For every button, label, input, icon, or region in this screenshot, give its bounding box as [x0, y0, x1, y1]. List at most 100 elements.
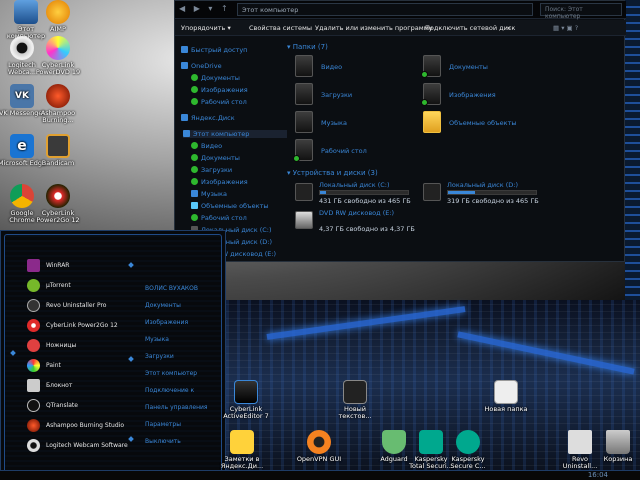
place-downloads[interactable]: Загрузки: [145, 353, 174, 360]
check-icon: [191, 74, 198, 81]
program-notepad[interactable]: Блокнот: [27, 379, 137, 395]
desktop-icon-new-folder[interactable]: Новая папка: [482, 380, 530, 413]
webcam-icon: [27, 439, 40, 452]
program-power2go[interactable]: CyberLink Power2Go 12: [27, 319, 137, 335]
folder-videos[interactable]: Видео: [295, 55, 415, 81]
drive-d[interactable]: Локальный диск (D:) 319 ГБ свободно из 4…: [423, 181, 573, 211]
revo-icon: [568, 430, 592, 454]
desktop-icon-openvpn[interactable]: OpenVPN GUI: [295, 430, 343, 463]
place-settings[interactable]: Параметры: [145, 421, 181, 428]
program-logitech-webcam[interactable]: Logitech Webcam Software: [27, 439, 137, 455]
drive-c-usage-bar: [319, 190, 409, 195]
program-qtranslate[interactable]: QTranslate: [27, 399, 137, 415]
view-options-icon[interactable]: ▦ ▾ ▣ ?: [553, 24, 578, 32]
nav-downloads[interactable]: Загрузки: [191, 166, 232, 174]
webcam-icon: [10, 36, 34, 60]
program-paint[interactable]: Paint: [27, 359, 137, 375]
place-music[interactable]: Музыка: [145, 336, 169, 343]
place-connect-to[interactable]: Подключение к: [145, 387, 194, 394]
system-properties-button[interactable]: Свойства системы: [249, 24, 312, 32]
textfile-icon: [343, 380, 367, 404]
nav-this-pc[interactable]: Этот компьютер: [183, 130, 287, 138]
drive-e[interactable]: DVD RW дисковод (E:) 4,37 ГБ свободно из…: [295, 209, 445, 239]
program-winrar[interactable]: WinRAR: [27, 259, 137, 275]
hard-drive-icon: [423, 183, 441, 201]
desktop-icon-yandex-notes[interactable]: Заметки в Яндекс.Ди...: [218, 430, 266, 470]
activeeditor-icon: [234, 380, 258, 404]
wallpaper-edge: [625, 0, 640, 300]
openvpn-icon: [307, 430, 331, 454]
folder-3d-objects-icon: [423, 111, 441, 133]
shutdown-button[interactable]: Выключить: [145, 438, 181, 445]
program-snipping-tool[interactable]: Ножницы: [27, 339, 137, 355]
folder-desktop[interactable]: Рабочий стол: [293, 139, 415, 165]
program-ashampoo[interactable]: Ashampoo Burning Studio: [27, 419, 137, 435]
powerdvd-icon: [46, 36, 70, 60]
nav-desktop[interactable]: Рабочий стол: [191, 214, 247, 222]
organize-button[interactable]: Упорядочить ▾: [181, 24, 231, 32]
ashampoo-icon: [27, 419, 40, 432]
folder-music[interactable]: Музыка: [295, 111, 415, 137]
taskbar: 16:04: [0, 470, 640, 480]
nav-yandex-disk[interactable]: Яндекс.Диск: [181, 114, 235, 122]
desktop-icon-activeeditor[interactable]: CyberLink ActiveEditor 7: [222, 380, 270, 420]
check-icon: [191, 214, 198, 221]
chrome-icon: [10, 184, 34, 208]
nav-music[interactable]: Музыка: [191, 190, 227, 198]
power2go-icon: [46, 184, 70, 208]
desktop-icon-power2go[interactable]: CyberLink Power2Go 12: [34, 184, 82, 224]
desktop-icon-kaspersky-secure[interactable]: Kaspersky Secure C...: [444, 430, 492, 470]
user-name[interactable]: ВОЛИС ВУХАКОВ: [145, 285, 198, 292]
folder-documents[interactable]: Документы: [421, 55, 543, 81]
desktop-icon-bandicam[interactable]: Bandicam: [34, 134, 82, 167]
nav-documents[interactable]: Документы: [191, 154, 240, 162]
place-this-pc[interactable]: Этот компьютер: [145, 370, 197, 377]
ashampoo-icon: [46, 84, 70, 108]
nav-videos[interactable]: Видео: [191, 142, 222, 150]
check-icon: [191, 98, 198, 105]
start-menu: WinRAR µTorrent Revo Uninstaller Pro Cyb…: [0, 230, 226, 480]
desktop-icon-recycle-bin[interactable]: Корзина: [594, 430, 640, 463]
place-documents[interactable]: Документы: [145, 302, 181, 309]
address-field[interactable]: Этот компьютер: [237, 3, 533, 16]
adguard-icon: [382, 430, 406, 454]
recycle-bin-icon: [606, 430, 630, 454]
clock[interactable]: 16:04: [588, 471, 608, 479]
address-bar-row: ◀ ▶ ▾ ↑ Этот компьютер Поиск: Этот компь…: [175, 1, 626, 20]
nav-arrows-icon[interactable]: ◀ ▶ ▾ ↑: [179, 4, 231, 13]
nav-onedrive[interactable]: OneDrive: [181, 62, 222, 70]
yandex-disk-icon: [181, 114, 188, 121]
check-icon: [191, 166, 198, 173]
desktop-icon-new-text[interactable]: Новый текстов...: [331, 380, 379, 420]
more-button[interactable]: »: [507, 24, 511, 32]
revo-icon: [27, 299, 40, 312]
nav-onedrive-documents[interactable]: Документы: [191, 74, 240, 82]
folder-pictures[interactable]: Изображения: [421, 83, 543, 109]
search-input[interactable]: Поиск: Этот компьютер: [540, 3, 622, 20]
folder-downloads[interactable]: Загрузки: [295, 83, 415, 109]
desktop-icon-ashampoo[interactable]: Ashampoo Burning...: [34, 84, 82, 124]
hard-drive-icon: [295, 183, 313, 201]
map-network-drive-button[interactable]: Подключить сетевой диск: [425, 24, 515, 32]
folder-video-icon: [295, 55, 313, 77]
power2go-icon: [27, 319, 40, 332]
sync-check-icon: [421, 71, 428, 78]
place-pictures[interactable]: Изображения: [145, 319, 188, 326]
nav-quick-access[interactable]: Быстрый доступ: [181, 46, 247, 54]
dvd-drive-icon: [295, 211, 313, 229]
aimp-icon: [46, 0, 70, 24]
folders-section-header[interactable]: ▾ Папки (7): [287, 43, 328, 51]
desktop-icon-aimp[interactable]: AIMP: [34, 0, 82, 33]
uninstall-program-button[interactable]: Удалить или изменить программу: [315, 24, 432, 32]
program-utorrent[interactable]: µTorrent: [27, 279, 137, 295]
place-control-panel[interactable]: Панель управления: [145, 404, 208, 411]
nav-3d-objects[interactable]: Объемные объекты: [191, 202, 269, 210]
desktop-icon-powerdvd[interactable]: CyberLink PowerDVD 19: [34, 36, 82, 76]
drives-section-header[interactable]: ▾ Устройства и диски (3): [287, 169, 378, 177]
nav-onedrive-desktop[interactable]: Рабочий стол: [191, 98, 247, 106]
program-revo[interactable]: Revo Uninstaller Pro: [27, 299, 137, 315]
folder-3d-objects[interactable]: Объемные объекты: [423, 111, 543, 137]
nav-pictures[interactable]: Изображения: [191, 178, 248, 186]
check-icon: [191, 142, 198, 149]
nav-onedrive-pictures[interactable]: Изображения: [191, 86, 248, 94]
